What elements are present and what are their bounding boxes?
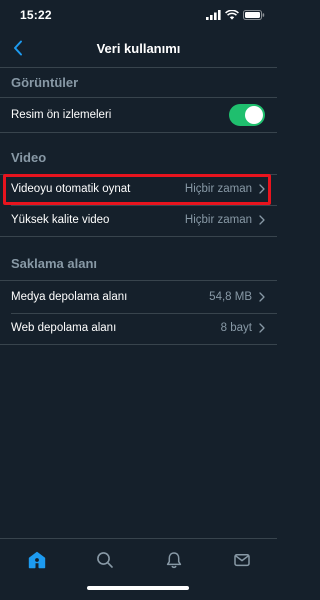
image-preview-toggle[interactable] xyxy=(229,104,265,126)
video-autoplay-row[interactable]: Videoyu otomatik oynat Hiçbir zaman xyxy=(0,174,277,204)
media-storage-value: 54,8 MB xyxy=(209,291,252,303)
chevron-right-icon xyxy=(259,215,265,225)
battery-icon xyxy=(243,10,265,20)
tab-bar xyxy=(0,538,277,600)
section-header-images: Görüntüler xyxy=(11,74,79,90)
video-autoplay-value: Hiçbir zaman xyxy=(184,183,252,195)
cellular-signal-icon xyxy=(206,10,221,20)
divider xyxy=(0,132,277,133)
media-storage-row[interactable]: Medya depolama alanı 54,8 MB xyxy=(0,282,277,312)
wifi-icon xyxy=(225,10,239,20)
nav-bar: Veri kullanımı xyxy=(0,30,277,66)
media-storage-label: Medya depolama alanı xyxy=(11,291,128,303)
video-autoplay-label: Videoyu otomatik oynat xyxy=(11,183,131,195)
chevron-right-icon xyxy=(259,184,265,194)
tab-search[interactable] xyxy=(88,545,122,575)
hq-video-value: Hiçbir zaman xyxy=(184,214,252,226)
image-preview-label: Resim ön izlemeleri xyxy=(11,109,112,121)
home-indicator xyxy=(87,586,189,590)
toggle-knob xyxy=(245,106,263,124)
hq-video-row[interactable]: Yüksek kalite video Hiçbir zaman xyxy=(0,205,277,235)
status-time: 15:22 xyxy=(20,8,52,22)
home-icon xyxy=(28,551,46,569)
web-storage-row[interactable]: Web depolama alanı 8 bayt xyxy=(0,313,277,343)
web-storage-label: Web depolama alanı xyxy=(11,322,117,334)
search-icon xyxy=(97,552,113,568)
section-header-video: Video xyxy=(11,149,47,165)
divider xyxy=(0,97,277,98)
chevron-right-icon xyxy=(259,323,265,333)
web-storage-value: 8 bayt xyxy=(220,322,252,334)
status-icons xyxy=(206,10,265,20)
hq-video-label: Yüksek kalite video xyxy=(11,214,110,226)
chevron-right-icon xyxy=(259,292,265,302)
messages-icon xyxy=(234,554,250,567)
divider xyxy=(0,280,277,281)
tab-home[interactable] xyxy=(20,545,54,575)
status-bar: 15:22 xyxy=(0,0,277,30)
page-title: Veri kullanımı xyxy=(96,41,181,56)
image-preview-row: Resim ön izlemeleri xyxy=(0,100,277,130)
divider xyxy=(0,236,277,237)
tab-messages[interactable] xyxy=(225,545,259,575)
notifications-icon xyxy=(166,552,182,569)
divider xyxy=(0,344,277,345)
section-header-storage: Saklama alanı xyxy=(11,255,97,271)
tab-notifications[interactable] xyxy=(157,545,191,575)
